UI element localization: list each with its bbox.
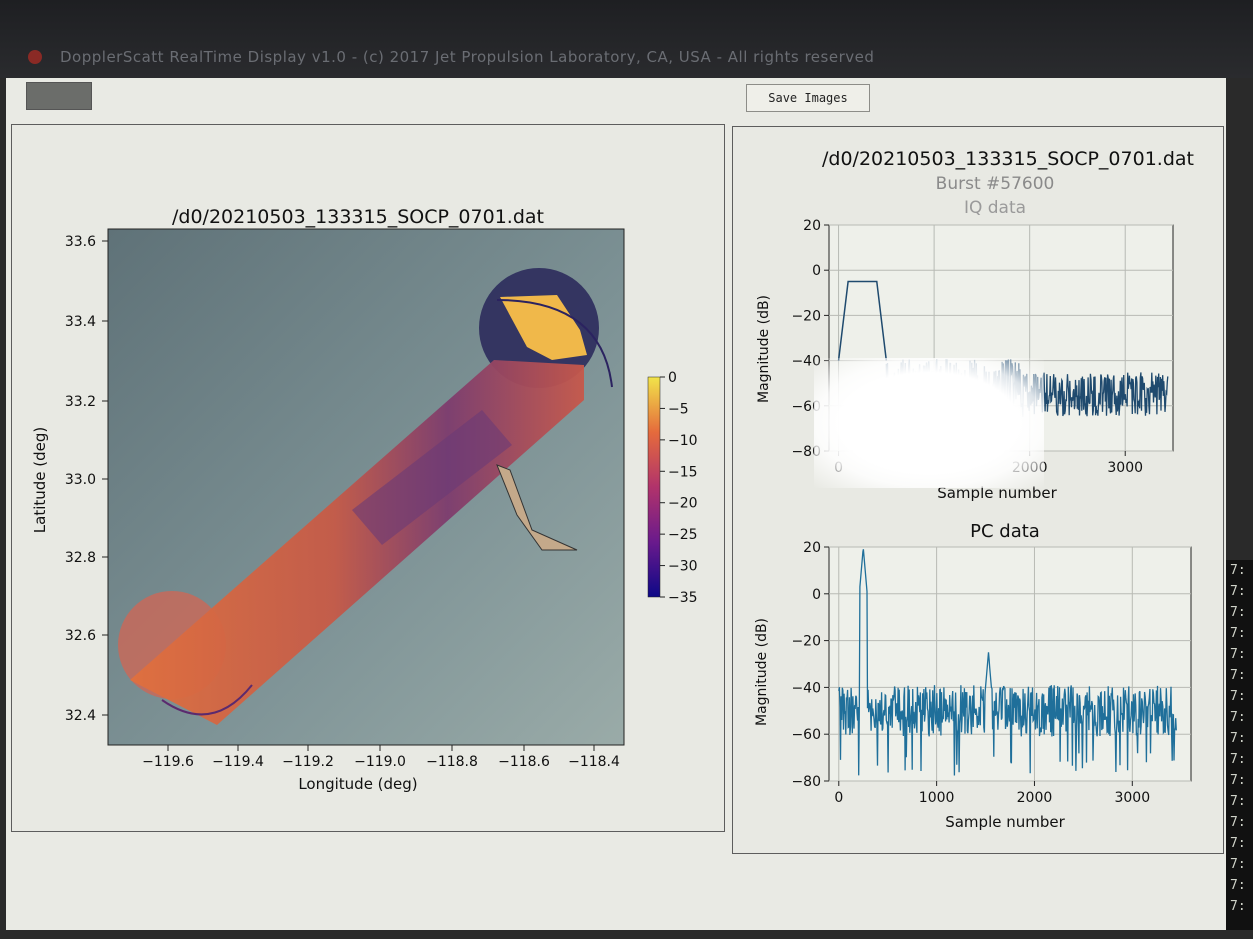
terminal-line: 7: [1230, 794, 1246, 809]
chart-xtick-label: 3000 [1114, 790, 1150, 806]
chart-ytick-label: −60 [791, 399, 821, 415]
map-ytick-label: 33.2 [65, 394, 96, 410]
app-window: Save Images /d0/20210503_133315_SOCP_070… [6, 78, 1226, 930]
colorbar-tick-label: −10 [668, 433, 698, 449]
map-ytick-label: 33.0 [65, 472, 96, 488]
toolbar-button[interactable] [26, 82, 92, 110]
colorbar-tick-label: −25 [668, 527, 698, 543]
map-ytick-label: 33.4 [65, 314, 96, 330]
terminal-line: 7: [1230, 710, 1246, 725]
chart-ytick-label: −40 [791, 354, 821, 370]
chart-ytick-label: 0 [812, 587, 821, 603]
window-titlebar: DopplerScatt RealTime Display v1.0 - (c)… [0, 0, 1253, 78]
terminal-line: 7: [1230, 731, 1246, 746]
colorbar-tick-label: −15 [668, 464, 698, 480]
terminal-line: 7: [1230, 626, 1246, 641]
chart-xtick-label: 2000 [1017, 790, 1053, 806]
chart-ytick-label: 0 [812, 263, 821, 279]
map-xtick-label: −119.0 [354, 754, 406, 770]
chart-ytick-label: −20 [791, 308, 821, 324]
right-file-title: /d0/20210503_133315_SOCP_0701.dat [822, 148, 1194, 170]
terminal-line: 7: [1230, 899, 1246, 914]
iq-ylabel: Magnitude (dB) [756, 295, 772, 403]
signal-panel: /d0/20210503_133315_SOCP_0701.dat Burst … [732, 126, 1224, 854]
map-ylabel: Latitude (deg) [31, 427, 49, 533]
colorbar-tick-label: 0 [668, 370, 677, 386]
map-xtick-label: −119.4 [212, 754, 264, 770]
close-window-icon[interactable] [28, 50, 42, 64]
map-figure: /d0/20210503_133315_SOCP_0701.dat 33.633… [31, 206, 698, 793]
map-y-ticks: 33.6 33.4 33.2 33.0 32.8 32.6 32.4 [65, 234, 108, 724]
terminal-line: 7: [1230, 878, 1246, 893]
map-ytick-label: 32.4 [65, 708, 96, 724]
map-xtick-label: −119.6 [142, 754, 194, 770]
map-x-ticks: −119.6 −119.4 −119.2 −119.0 −118.8 −118.6 −118… [142, 745, 620, 770]
iq-chart: 20 0 −20 −40 −60 −80 0 1000 2000 3000 [791, 218, 1174, 476]
terminal-line: 7: [1230, 689, 1246, 704]
window-title: DopplerScatt RealTime Display v1.0 - (c)… [60, 48, 875, 66]
chart-xtick-label: 3000 [1107, 460, 1143, 476]
terminal-line: 7: [1230, 647, 1246, 662]
chart-ytick-label: −20 [791, 634, 821, 650]
colorbar-tick-label: −30 [668, 559, 698, 575]
map-xtick-label: −119.2 [282, 754, 334, 770]
save-images-button[interactable]: Save Images [746, 84, 870, 112]
map-ytick-label: 33.6 [65, 234, 96, 250]
map-xlabel: Longitude (deg) [298, 775, 417, 793]
terminal-line: 7: [1230, 815, 1246, 830]
terminal-line: 7: [1230, 563, 1246, 578]
pc-ylabel: Magnitude (dB) [754, 618, 770, 726]
chart-xtick-label: 0 [834, 790, 843, 806]
terminal-strip: 7: 7: 7: 7: 7: 7: 7: 7: 7: 7: 7: 7: 7: 7: 7: 7: 7: [1226, 560, 1253, 930]
terminal-line: 7: [1230, 773, 1246, 788]
chart-xtick-label: 1000 [919, 790, 955, 806]
terminal-line: 7: [1230, 857, 1246, 872]
map-title: /d0/20210503_133315_SOCP_0701.dat [172, 206, 544, 228]
map-ytick-label: 32.8 [65, 550, 96, 566]
colorbar-tick-label: −35 [668, 590, 698, 606]
chart-xtick-label: 1000 [916, 460, 952, 476]
terminal-line: 7: [1230, 836, 1246, 851]
colorbar-ticks: 0 −5 −10 −15 −20 −25 −30 −35 [660, 370, 698, 606]
chart-ytick-label: −60 [791, 727, 821, 743]
pc-xlabel: Sample number [945, 813, 1065, 831]
terminal-line: 7: [1230, 668, 1246, 683]
map-ytick-label: 32.6 [65, 628, 96, 644]
map-panel: /d0/20210503_133315_SOCP_0701.dat 33.6 33… [11, 124, 725, 832]
chart-plot-area [828, 546, 1192, 782]
chart-ytick-label: −80 [791, 774, 821, 790]
colorbar-tick-label: −5 [668, 401, 689, 417]
terminal-line: 7: [1230, 584, 1246, 599]
burst-label: Burst #57600 [936, 174, 1055, 194]
terminal-line: 7: [1230, 605, 1246, 620]
pc-title: PC data [970, 521, 1040, 542]
pc-chart: 20 0 −20 −40 −60 −80 0 1000 2000 3000 [791, 540, 1192, 806]
colorbar [647, 376, 661, 598]
chart-xtick-label: 2000 [1012, 460, 1048, 476]
colorbar-tick-label: −20 [668, 496, 698, 512]
chart-ytick-label: −80 [791, 444, 821, 460]
terminal-line: 7: [1230, 752, 1246, 767]
signal-figure: /d0/20210503_133315_SOCP_0701.dat Burst … [754, 148, 1194, 831]
chart-ytick-label: −40 [791, 680, 821, 696]
chart-ytick-label: 20 [803, 218, 821, 234]
map-xtick-label: −118.4 [568, 754, 620, 770]
chart-ytick-label: 20 [803, 540, 821, 556]
map-xtick-label: −118.6 [498, 754, 550, 770]
map-xtick-label: −118.8 [426, 754, 478, 770]
iq-xlabel: Sample number [937, 484, 1057, 502]
iq-title: IQ data [964, 198, 1026, 218]
chart-xtick-label: 0 [834, 460, 843, 476]
